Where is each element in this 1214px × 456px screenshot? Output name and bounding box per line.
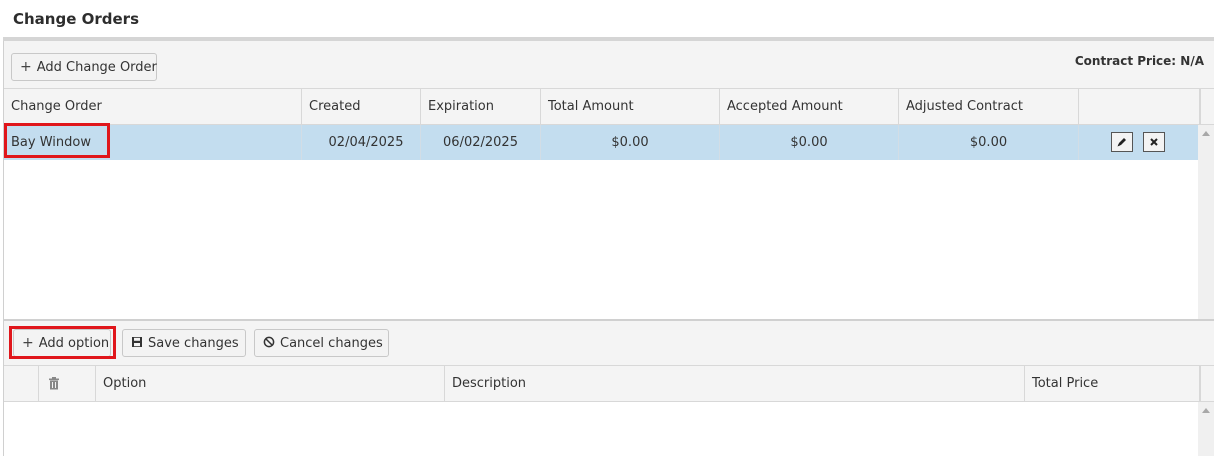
options-header: Option Description Total Price	[4, 366, 1200, 402]
add-option-label: Add option	[38, 335, 110, 351]
plus-icon: +	[20, 59, 32, 75]
column-header-change-order[interactable]: Change Order	[4, 89, 302, 125]
cancel-changes-button[interactable]: Cancel changes	[254, 329, 389, 357]
trash-icon	[49, 377, 59, 390]
change-orders-toolbar: + Add Change Order Contract Price: N/A	[4, 41, 1214, 89]
column-header-expiration[interactable]: Expiration	[421, 89, 541, 125]
save-icon	[131, 336, 143, 351]
options-scrollbar[interactable]	[1198, 402, 1214, 456]
column-header-adjusted-contract[interactable]: Adjusted Contract	[899, 89, 1079, 125]
table-row[interactable]: Bay Window 02/04/2025 06/02/2025 $0.00 $…	[4, 125, 1198, 160]
change-orders-scrollbar[interactable]	[1198, 125, 1214, 320]
add-option-button[interactable]: + Add option	[13, 329, 111, 357]
cell-accepted-amount: $0.00	[720, 125, 899, 160]
pencil-icon	[1117, 138, 1126, 147]
column-header-select	[4, 366, 39, 402]
scroll-up-arrow-icon[interactable]	[1202, 408, 1210, 413]
options-header-scroll-cap	[1200, 366, 1214, 402]
cell-created: 02/04/2025	[302, 125, 421, 160]
column-header-option[interactable]: Option	[96, 366, 445, 402]
delete-button[interactable]	[1143, 132, 1165, 152]
column-header-accepted-amount[interactable]: Accepted Amount	[720, 89, 899, 125]
cancel-icon	[263, 336, 275, 351]
column-header-delete	[39, 366, 96, 402]
cell-actions	[1079, 125, 1198, 160]
column-header-created[interactable]: Created	[302, 89, 421, 125]
header-scroll-cap	[1200, 89, 1214, 125]
cell-adjusted-contract: $0.00	[899, 125, 1079, 160]
column-header-total-price[interactable]: Total Price	[1025, 366, 1200, 402]
add-change-order-button[interactable]: + Add Change Order	[11, 53, 157, 81]
column-header-description[interactable]: Description	[445, 366, 1025, 402]
contract-price: Contract Price: N/A	[1074, 54, 1204, 68]
add-change-order-label: Add Change Order	[36, 59, 157, 75]
scroll-up-arrow-icon[interactable]	[1202, 131, 1210, 136]
change-orders-panel: + Add Change Order Contract Price: N/A C…	[3, 41, 1214, 456]
save-changes-label: Save changes	[148, 335, 239, 351]
column-header-total-amount[interactable]: Total Amount	[541, 89, 720, 125]
close-icon	[1150, 138, 1158, 146]
edit-button[interactable]	[1111, 132, 1133, 152]
cell-total-amount: $0.00	[541, 125, 720, 160]
options-toolbar: + Add option Save changes Cancel changes	[4, 321, 1214, 366]
page-title: Change Orders	[13, 10, 140, 28]
plus-icon: +	[22, 335, 34, 351]
cancel-changes-label: Cancel changes	[280, 335, 383, 351]
column-header-actions	[1079, 89, 1200, 125]
change-orders-header: Change Order Created Expiration Total Am…	[4, 89, 1200, 125]
save-changes-button[interactable]: Save changes	[122, 329, 246, 357]
cell-change-order: Bay Window	[4, 125, 302, 160]
cell-expiration: 06/02/2025	[421, 125, 541, 160]
